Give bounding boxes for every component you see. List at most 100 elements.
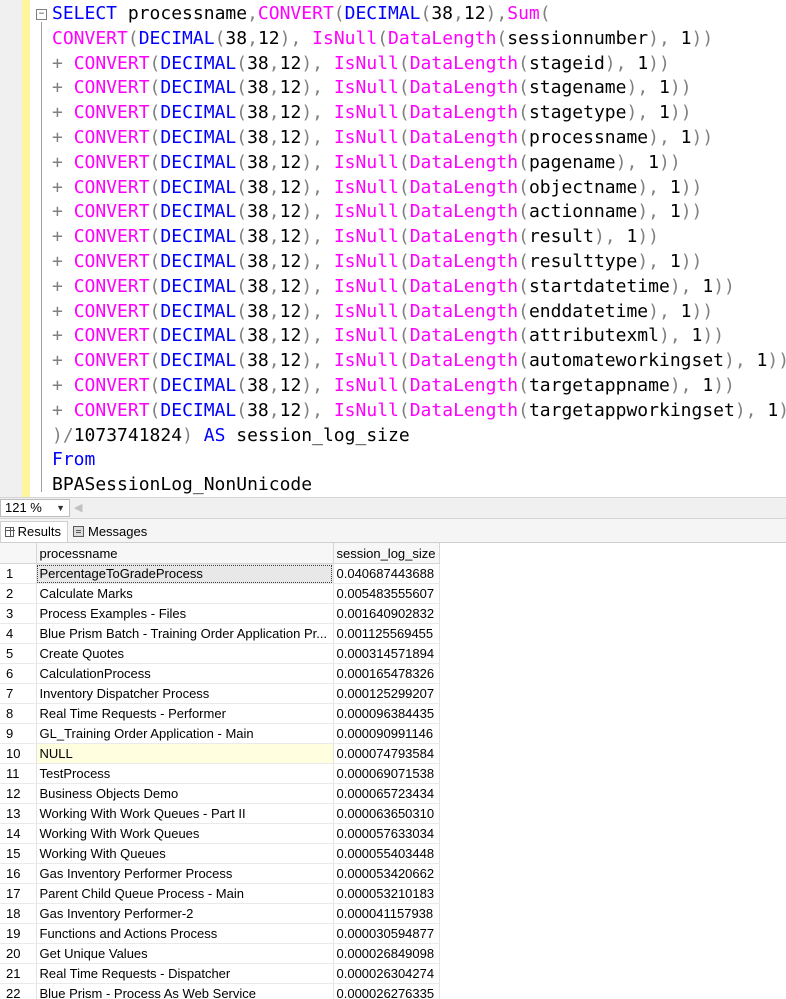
row-number[interactable]: 4: [0, 623, 37, 644]
session-log-size-cell[interactable]: 0.000055403448: [333, 843, 440, 864]
code-line[interactable]: + CONVERT(DECIMAL(38,12), IsNull(DataLen…: [52, 151, 786, 176]
processname-cell[interactable]: Working With Work Queues: [36, 823, 334, 844]
session-log-size-cell[interactable]: 0.000125299207: [333, 683, 440, 704]
processname-cell[interactable]: PercentageToGradeProcess: [36, 563, 334, 584]
table-row[interactable]: 12 Business Objects Demo 0.000065723434: [0, 783, 440, 804]
session-log-size-cell[interactable]: 0.000165478326: [333, 663, 440, 684]
row-number[interactable]: 22: [0, 983, 37, 999]
session-log-size-cell[interactable]: 0.000026276335: [333, 983, 440, 999]
row-number[interactable]: 16: [0, 863, 37, 884]
row-number[interactable]: 9: [0, 723, 37, 744]
session-log-size-cell[interactable]: 0.000026849098: [333, 943, 440, 964]
table-row[interactable]: 4 Blue Prism Batch - Training Order Appli…: [0, 623, 440, 644]
query-editor[interactable]: − SELECT processname,CONVERT(DECIMAL(38,…: [0, 0, 786, 497]
code-line[interactable]: CONVERT(DECIMAL(38,12), IsNull(DataLengt…: [52, 27, 786, 52]
session-log-size-cell[interactable]: 0.000314571894: [333, 643, 440, 664]
table-row[interactable]: 1 PercentageToGradeProcess 0.040687443688: [0, 563, 440, 584]
session-log-size-cell[interactable]: 0.000096384435: [333, 703, 440, 724]
code-line[interactable]: + CONVERT(DECIMAL(38,12), IsNull(DataLen…: [52, 200, 786, 225]
table-row[interactable]: 20 Get Unique Values 0.000026849098: [0, 943, 440, 964]
row-number[interactable]: 11: [0, 763, 37, 784]
processname-cell[interactable]: Working With Work Queues - Part II: [36, 803, 334, 824]
processname-cell[interactable]: Functions and Actions Process: [36, 923, 334, 944]
table-row[interactable]: 10 NULL 0.000074793584: [0, 743, 440, 764]
collapse-icon[interactable]: −: [36, 9, 47, 20]
processname-cell[interactable]: Blue Prism - Process As Web Service: [36, 983, 334, 999]
row-number[interactable]: 3: [0, 603, 37, 624]
session-log-size-cell[interactable]: 0.000069071538: [333, 763, 440, 784]
session-log-size-cell[interactable]: 0.000063650310: [333, 803, 440, 824]
row-number[interactable]: 5: [0, 643, 37, 664]
zoom-select[interactable]: 121 % ▼: [0, 499, 70, 517]
table-row[interactable]: 6 CalculationProcess 0.000165478326: [0, 663, 440, 684]
table-row[interactable]: 15 Working With Queues 0.000055403448: [0, 843, 440, 864]
processname-cell[interactable]: GL_Training Order Application - Main: [36, 723, 334, 744]
code-line[interactable]: + CONVERT(DECIMAL(38,12), IsNull(DataLen…: [52, 275, 786, 300]
table-row[interactable]: 19 Functions and Actions Process 0.0000305…: [0, 923, 440, 944]
row-number[interactable]: 8: [0, 703, 37, 724]
code-line[interactable]: From: [52, 448, 786, 473]
row-number[interactable]: 10: [0, 743, 37, 764]
session-log-size-cell[interactable]: 0.001125569455: [333, 623, 440, 644]
processname-cell[interactable]: Real Time Requests - Performer: [36, 703, 334, 724]
processname-cell[interactable]: CalculationProcess: [36, 663, 334, 684]
tab-messages[interactable]: Messages: [69, 521, 155, 542]
row-number[interactable]: 15: [0, 843, 37, 864]
processname-cell[interactable]: Inventory Dispatcher Process: [36, 683, 334, 704]
processname-cell[interactable]: Business Objects Demo: [36, 783, 334, 804]
session-log-size-cell[interactable]: 0.000053420662: [333, 863, 440, 884]
code-line[interactable]: + CONVERT(DECIMAL(38,12), IsNull(DataLen…: [52, 52, 786, 77]
row-number[interactable]: 21: [0, 963, 37, 984]
session-log-size-cell[interactable]: 0.005483555607: [333, 583, 440, 604]
table-row[interactable]: 17 Parent Child Queue Process - Main 0.000…: [0, 883, 440, 904]
results-grid[interactable]: processname session_log_size 1 Percentage…: [0, 543, 786, 999]
code-line[interactable]: + CONVERT(DECIMAL(38,12), IsNull(DataLen…: [52, 225, 786, 250]
code-line[interactable]: + CONVERT(DECIMAL(38,12), IsNull(DataLen…: [52, 324, 786, 349]
code-line[interactable]: + CONVERT(DECIMAL(38,12), IsNull(DataLen…: [52, 399, 786, 424]
row-number[interactable]: 7: [0, 683, 37, 704]
row-number[interactable]: 20: [0, 943, 37, 964]
table-row[interactable]: 16 Gas Inventory Performer Process 0.00005…: [0, 863, 440, 884]
row-number[interactable]: 17: [0, 883, 37, 904]
table-row[interactable]: 14 Working With Work Queues 0.000057633034: [0, 823, 440, 844]
sql-code[interactable]: SELECT processname,CONVERT(DECIMAL(38,12…: [52, 2, 786, 497]
table-row[interactable]: 11 TestProcess 0.000069071538: [0, 763, 440, 784]
code-line[interactable]: + CONVERT(DECIMAL(38,12), IsNull(DataLen…: [52, 349, 786, 374]
table-row[interactable]: 2 Calculate Marks 0.005483555607: [0, 583, 440, 604]
code-line[interactable]: + CONVERT(DECIMAL(38,12), IsNull(DataLen…: [52, 374, 786, 399]
code-line[interactable]: BPASessionLog_NonUnicode: [52, 473, 786, 497]
table-row[interactable]: 8 Real Time Requests - Performer 0.0000963…: [0, 703, 440, 724]
row-number[interactable]: 13: [0, 803, 37, 824]
session-log-size-cell[interactable]: 0.000030594877: [333, 923, 440, 944]
processname-cell[interactable]: Calculate Marks: [36, 583, 334, 604]
session-log-size-cell[interactable]: 0.000041157938: [333, 903, 440, 924]
column-header-processname[interactable]: processname: [36, 543, 334, 564]
processname-cell[interactable]: TestProcess: [36, 763, 334, 784]
row-number[interactable]: 14: [0, 823, 37, 844]
table-row[interactable]: 3 Process Examples - Files 0.001640902832: [0, 603, 440, 624]
row-number-header[interactable]: [0, 543, 37, 564]
processname-cell[interactable]: Create Quotes: [36, 643, 334, 664]
table-row[interactable]: 22 Blue Prism - Process As Web Service 0.0…: [0, 983, 440, 999]
code-line[interactable]: + CONVERT(DECIMAL(38,12), IsNull(DataLen…: [52, 300, 786, 325]
column-header-session-log-size[interactable]: session_log_size: [333, 543, 440, 564]
session-log-size-cell[interactable]: 0.000074793584: [333, 743, 440, 764]
row-number[interactable]: 19: [0, 923, 37, 944]
table-row[interactable]: 5 Create Quotes 0.000314571894: [0, 643, 440, 664]
processname-cell[interactable]: Real Time Requests - Dispatcher: [36, 963, 334, 984]
processname-cell[interactable]: Working With Queues: [36, 843, 334, 864]
code-line[interactable]: + CONVERT(DECIMAL(38,12), IsNull(DataLen…: [52, 101, 786, 126]
session-log-size-cell[interactable]: 0.040687443688: [333, 563, 440, 584]
table-row[interactable]: 21 Real Time Requests - Dispatcher 0.00002…: [0, 963, 440, 984]
session-log-size-cell[interactable]: 0.000053210183: [333, 883, 440, 904]
session-log-size-cell[interactable]: 0.000065723434: [333, 783, 440, 804]
scroll-left-icon[interactable]: ◀: [74, 501, 82, 514]
session-log-size-cell[interactable]: 0.001640902832: [333, 603, 440, 624]
session-log-size-cell[interactable]: 0.000057633034: [333, 823, 440, 844]
code-line[interactable]: + CONVERT(DECIMAL(38,12), IsNull(DataLen…: [52, 126, 786, 151]
tab-results[interactable]: Results: [0, 521, 68, 542]
code-line[interactable]: SELECT processname,CONVERT(DECIMAL(38,12…: [52, 2, 786, 27]
processname-cell[interactable]: Parent Child Queue Process - Main: [36, 883, 334, 904]
processname-cell[interactable]: Gas Inventory Performer-2: [36, 903, 334, 924]
table-row[interactable]: 13 Working With Work Queues - Part II 0.00…: [0, 803, 440, 824]
